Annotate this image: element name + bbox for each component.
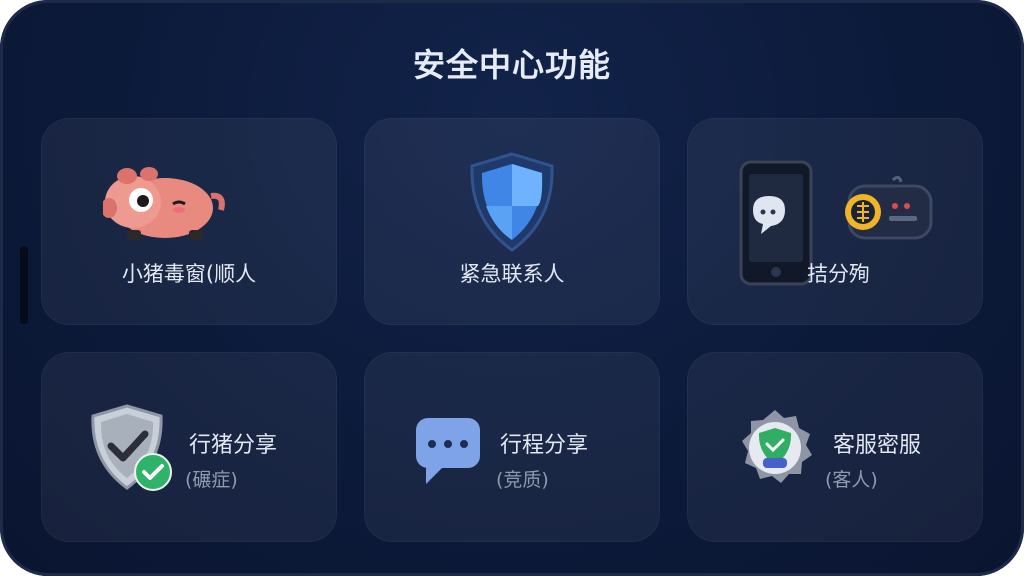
card-phone-chat[interactable]: 拮分殉 [687,118,983,325]
card-title: 行猪分享 [189,433,278,458]
phone-chat-icon [739,160,815,290]
card-label: 紧急联系人 [459,262,565,286]
shield-check-icon [89,402,177,498]
card-pig[interactable]: 小猪毒窗(顺人 [41,118,337,325]
side-notch [20,246,28,324]
badge-check-icon [733,406,817,494]
chat-bubble-icon [414,416,482,492]
pig-icon [101,166,233,250]
card-itinerary-share[interactable]: 行程分享 (竞质) [364,352,660,542]
card-label: 拮分殉 [807,262,870,286]
page-title: 安全中心功能 [412,46,611,84]
card-subtitle: (客人) [825,469,878,491]
shield-icon [464,150,560,258]
card-subtitle: (碾症) [185,469,238,491]
device-frame: 安全中心功能 小猪毒窗(顺人 紧急联系人 拮分殉 行猪分享 (碾症) 行程分享 … [0,0,1024,576]
card-trip-share[interactable]: 行猪分享 (碾症) [41,352,337,542]
card-label: 小猪毒窗(顺人 [121,262,257,286]
card-title: 客服密服 [833,433,922,458]
card-customer-service[interactable]: 客服密服 (客人) [687,352,983,542]
card-subtitle: (竞质) [496,469,549,491]
card-title: 行程分享 [500,433,589,458]
card-emergency-contact[interactable]: 紧急联系人 [364,118,660,325]
radio-badge-icon [835,172,935,248]
